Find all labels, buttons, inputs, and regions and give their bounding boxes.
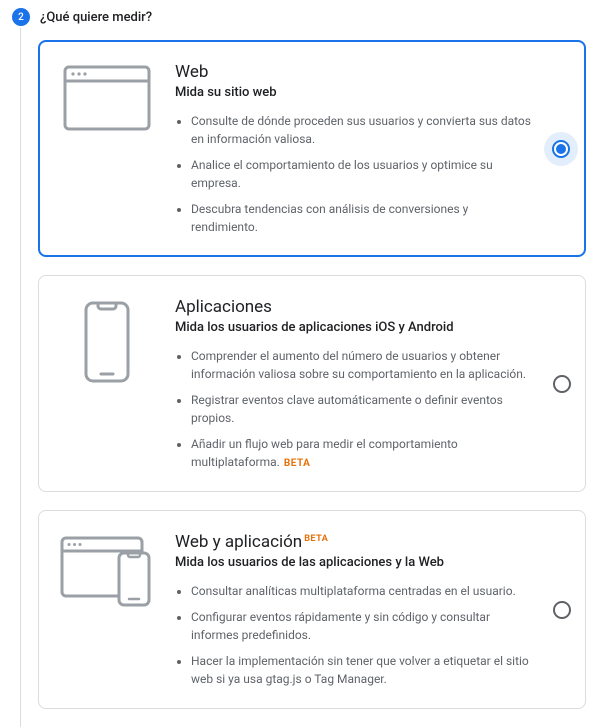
web-phone-icon	[59, 535, 155, 609]
option-title: Web	[175, 61, 535, 83]
option-title: Web y aplicaciónBETA	[175, 531, 529, 553]
bullet: Configurar eventos rápidamente y sin cód…	[191, 608, 529, 644]
radio-web-app[interactable]	[553, 601, 571, 619]
bullet: Analice el comportamiento de los usuario…	[191, 156, 535, 192]
step-number-badge: 2	[12, 8, 30, 26]
bullet: Registrar eventos clave automáticamente …	[191, 391, 529, 427]
option-web[interactable]: Web Mida su sitio web Consulte de dónde …	[38, 40, 586, 257]
option-bullets: Comprender el aumento del número de usua…	[175, 347, 529, 471]
bullet: Consulte de dónde proceden sus usuarios …	[191, 112, 535, 148]
bullet: Consultar analíticas multiplataforma cen…	[191, 582, 529, 600]
web-browser-icon	[63, 65, 151, 131]
bullet: Añadir un flujo web para medir el compor…	[191, 435, 529, 471]
beta-badge: BETA	[304, 534, 328, 544]
bullet: Descubra tendencias con análisis de conv…	[191, 200, 535, 236]
step-title: ¿Qué quiere medir?	[40, 10, 152, 25]
option-bullets: Consultar analíticas multiplataforma cen…	[175, 582, 529, 688]
option-bullets: Consulte de dónde proceden sus usuarios …	[175, 112, 535, 236]
radio-web[interactable]	[552, 140, 570, 158]
option-subtitle: Mida los usuarios de aplicaciones iOS y …	[175, 320, 529, 335]
beta-badge: BETA	[284, 458, 311, 469]
radio-apps[interactable]	[553, 375, 571, 393]
bullet: Comprender el aumento del número de usua…	[191, 347, 529, 383]
step-header: 2 ¿Qué quiere medir?	[0, 0, 600, 40]
option-apps[interactable]: Aplicaciones Mida los usuarios de aplica…	[38, 275, 586, 492]
bullet: Hacer la implementación sin tener que vo…	[191, 652, 529, 688]
option-web-app[interactable]: Web y aplicaciónBETA Mida los usuarios d…	[38, 510, 586, 709]
option-title: Aplicaciones	[175, 296, 529, 318]
option-subtitle: Mida los usuarios de las aplicaciones y …	[175, 555, 529, 570]
phone-icon	[83, 300, 131, 384]
stepper-line	[20, 28, 21, 727]
option-subtitle: Mida su sitio web	[175, 85, 535, 100]
